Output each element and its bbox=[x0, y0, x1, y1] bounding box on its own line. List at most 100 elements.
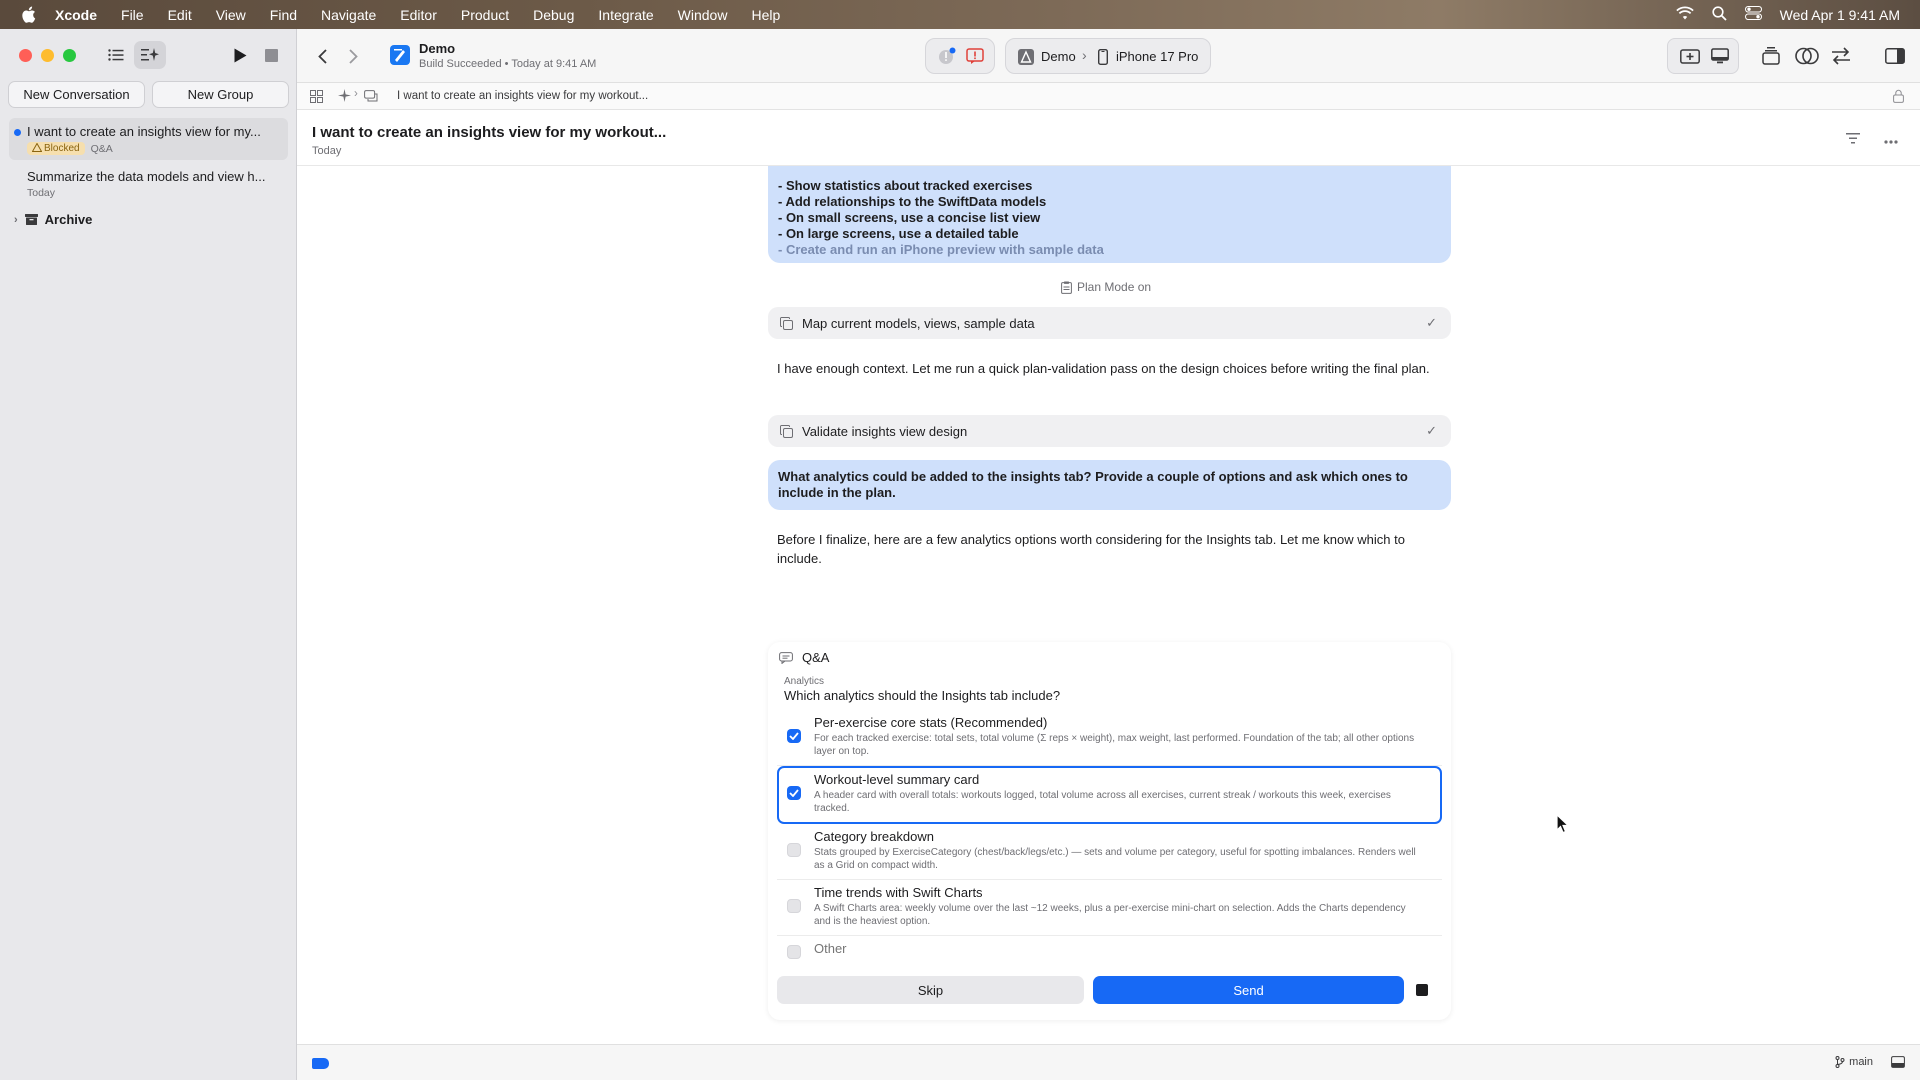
option-description: A header card with overall totals: worko… bbox=[814, 790, 1391, 814]
compare-circles-icon[interactable] bbox=[1794, 46, 1820, 66]
copy-icon bbox=[780, 316, 793, 330]
more-options-icon[interactable] bbox=[1884, 132, 1898, 147]
breadcrumb-conversation[interactable]: I want to create an insights view for my… bbox=[397, 90, 648, 102]
iphone-icon bbox=[1097, 48, 1109, 68]
menu-editor[interactable]: Editor bbox=[400, 7, 437, 23]
back-chevron-icon[interactable] bbox=[310, 44, 334, 68]
conversation-date: Today bbox=[27, 187, 56, 199]
menu-window[interactable]: Window bbox=[678, 7, 728, 23]
panel-toggle-icon[interactable] bbox=[1891, 1056, 1905, 1071]
apple-icon[interactable] bbox=[19, 6, 37, 24]
run-icon[interactable] bbox=[226, 41, 254, 69]
checkbox-unchecked[interactable] bbox=[787, 945, 801, 959]
menu-debug[interactable]: Debug bbox=[533, 7, 574, 23]
project-name[interactable]: Demo bbox=[419, 41, 455, 56]
menu-navigate[interactable]: Navigate bbox=[321, 7, 376, 23]
warning-exclamation-icon[interactable] bbox=[938, 47, 956, 68]
tool-call-map-models[interactable]: Map current models, views, sample data ✓ bbox=[768, 307, 1451, 339]
error-report-icon[interactable] bbox=[966, 47, 984, 68]
unread-dot-icon bbox=[14, 129, 21, 136]
new-conversation-button[interactable]: New Conversation bbox=[8, 81, 145, 108]
app-scheme-icon bbox=[1018, 49, 1034, 68]
library-group bbox=[1667, 38, 1739, 74]
menu-help[interactable]: Help bbox=[751, 7, 780, 23]
window-controls bbox=[19, 49, 76, 62]
checkmark-icon: ✓ bbox=[1426, 423, 1437, 438]
copy-icon bbox=[780, 424, 793, 438]
stop-generation-icon[interactable] bbox=[1416, 984, 1428, 996]
plan-bullet: - On small screens, use a concise list v… bbox=[778, 210, 1041, 225]
menu-app-name[interactable]: Xcode bbox=[55, 7, 97, 23]
add-tab-icon[interactable] bbox=[1680, 48, 1700, 68]
option-core-stats[interactable]: Per-exercise core stats (Recommended) Fo… bbox=[777, 710, 1442, 766]
status-badge: Blocked bbox=[27, 142, 85, 155]
option-description: Stats grouped by ExerciseCategory (chest… bbox=[814, 847, 1416, 871]
stop-icon[interactable] bbox=[257, 41, 285, 69]
display-icon[interactable] bbox=[1711, 48, 1729, 68]
option-summary-card[interactable]: Workout-level summary card A header card… bbox=[777, 766, 1442, 824]
chevron-right-icon[interactable]: › bbox=[14, 214, 18, 226]
filter-icon[interactable] bbox=[1846, 132, 1860, 147]
sparkle-icon[interactable] bbox=[338, 89, 351, 105]
clipboard-icon bbox=[1061, 281, 1072, 294]
option-time-trends[interactable]: Time trends with Swift Charts A Swift Ch… bbox=[777, 880, 1442, 936]
option-description: A Swift Charts area: weekly volume over … bbox=[814, 903, 1406, 927]
tool-call-validate-design[interactable]: Validate insights view design ✓ bbox=[768, 415, 1451, 447]
assistant-message: I have enough context. Let me run a quic… bbox=[777, 361, 1430, 376]
inspector-toggle-icon[interactable] bbox=[1884, 46, 1906, 66]
coding-assistant-icon[interactable] bbox=[134, 41, 166, 69]
new-group-button[interactable]: New Group bbox=[152, 81, 289, 108]
menu-integrate[interactable]: Integrate bbox=[598, 7, 653, 23]
menu-clock[interactable]: Wed Apr 1 9:41 AM bbox=[1780, 7, 1900, 23]
speech-bubble-icon bbox=[779, 651, 793, 664]
spotlight-search-icon[interactable] bbox=[1712, 5, 1727, 24]
checkbox-checked[interactable] bbox=[787, 786, 801, 800]
plan-bullet: - Add relationships to the SwiftData mod… bbox=[778, 194, 1047, 209]
scheme-name[interactable]: Demo bbox=[1041, 49, 1076, 64]
menu-file[interactable]: File bbox=[121, 7, 144, 23]
conversation-title: Summarize the data models and view h... bbox=[27, 169, 266, 184]
wifi-icon[interactable] bbox=[1675, 6, 1694, 23]
checkbox-checked[interactable] bbox=[787, 729, 801, 743]
conversation-item-summarize[interactable]: Summarize the data models and view h... … bbox=[9, 163, 288, 205]
chat-transcript: - Show statistics about tracked exercise… bbox=[297, 166, 1920, 1044]
control-center-icon[interactable] bbox=[1744, 6, 1762, 23]
checkbox-unchecked[interactable] bbox=[787, 899, 801, 913]
lock-icon[interactable] bbox=[1893, 89, 1904, 106]
breakpoints-tag-icon[interactable] bbox=[312, 1058, 329, 1069]
close-window-button[interactable] bbox=[19, 49, 32, 62]
qa-section-label: Analytics bbox=[784, 676, 825, 687]
status-bar: main bbox=[297, 1044, 1920, 1080]
archive-group[interactable]: › Archive bbox=[14, 212, 92, 227]
menu-edit[interactable]: Edit bbox=[168, 7, 192, 23]
checkbox-unchecked[interactable] bbox=[787, 843, 801, 857]
other-input[interactable] bbox=[814, 941, 1414, 956]
xcode-project-icon bbox=[390, 45, 410, 65]
branch-icon bbox=[1835, 1056, 1845, 1068]
menu-product[interactable]: Product bbox=[461, 7, 509, 23]
toolbar: Demo Build Succeeded • Today at 9:41 AM … bbox=[297, 29, 1920, 83]
conversation-item-insights[interactable]: I want to create an insights view for my… bbox=[9, 118, 288, 160]
skip-button[interactable]: Skip bbox=[777, 976, 1084, 1004]
option-title: Per-exercise core stats (Recommended) bbox=[814, 715, 1048, 730]
scheme-device-selector[interactable]: Demo › iPhone 17 Pro bbox=[1005, 38, 1211, 74]
menu-view[interactable]: View bbox=[216, 7, 246, 23]
menu-find[interactable]: Find bbox=[270, 7, 297, 23]
stack-icon[interactable] bbox=[1761, 46, 1781, 66]
checkmark-icon: ✓ bbox=[1426, 315, 1437, 330]
option-category-breakdown[interactable]: Category breakdown Stats grouped by Exer… bbox=[777, 824, 1442, 880]
plan-bullet: - On large screens, use a detailed table bbox=[778, 226, 1019, 241]
forward-chevron-icon[interactable] bbox=[341, 44, 365, 68]
tool-call-label: Map current models, views, sample data bbox=[802, 315, 1035, 331]
device-name[interactable]: iPhone 17 Pro bbox=[1116, 49, 1198, 64]
option-other[interactable] bbox=[777, 936, 1442, 968]
branch-indicator[interactable]: main bbox=[1835, 1056, 1873, 1068]
user-message: What analytics could be added to the ins… bbox=[768, 460, 1451, 510]
issues-pill[interactable] bbox=[925, 38, 995, 74]
navigator-list-icon[interactable] bbox=[102, 41, 130, 69]
zoom-window-button[interactable] bbox=[63, 49, 76, 62]
minimize-window-button[interactable] bbox=[41, 49, 54, 62]
send-button[interactable]: Send bbox=[1093, 976, 1404, 1004]
grid-icon[interactable] bbox=[310, 90, 323, 106]
swap-arrows-icon[interactable] bbox=[1830, 46, 1852, 66]
